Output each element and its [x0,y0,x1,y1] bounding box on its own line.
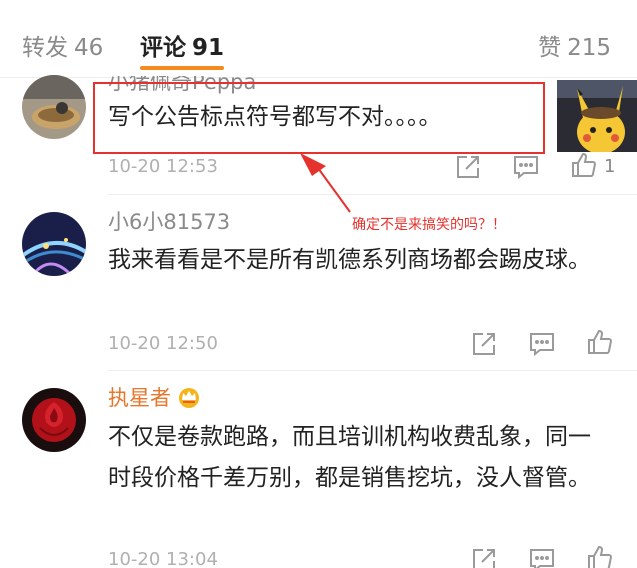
pikachu-image[interactable] [557,80,637,152]
tab-likes-count: 215 [567,35,611,61]
share-icon[interactable] [471,547,497,568]
active-tab-indicator [140,66,225,70]
divider [108,194,637,195]
comment-username[interactable]: 小6小81573 [108,206,230,236]
tab-reposts-label: 转发 [22,35,68,61]
comment-icon[interactable] [529,331,555,357]
avatar[interactable] [22,75,86,139]
like-icon[interactable] [571,152,597,178]
like-icon[interactable] [587,545,613,568]
share-icon[interactable] [471,331,497,357]
comment-time: 10-20 12:50 [108,333,218,354]
comment-time: 10-20 12:53 [108,156,218,177]
like-count: 1 [604,156,616,177]
tab-comments-count: 91 [192,35,225,61]
tab-reposts[interactable]: 转发 46 [22,28,103,62]
comment-text: 我来看看是不是所有凯德系列商场都会踢皮球。 [108,247,591,273]
comment-text: 不仅是卷款跑路，而且培训机构收费乱象，同一时段价格千差万别，都是销售挖坑，没人督… [108,424,591,491]
comment-tabs: 转发 46 评论 91 赞 215 [0,0,637,78]
comment-icon[interactable] [529,547,555,568]
vip-crown-icon [177,386,201,408]
tab-reposts-count: 46 [74,35,104,61]
comment-time: 10-20 13:04 [108,549,218,568]
tab-likes-label: 赞 [538,35,562,61]
avatar[interactable] [22,212,86,276]
tab-likes[interactable]: 赞 215 [538,28,611,62]
divider [108,370,637,371]
comment-icon[interactable] [513,154,539,180]
like-icon[interactable] [587,329,613,355]
avatar[interactable] [22,388,86,452]
comment-username-text: 执星者 [108,386,171,410]
tab-comments[interactable]: 评论 91 [140,28,225,70]
share-icon[interactable] [455,154,481,180]
annotation-highlight-box [93,82,545,154]
comment-username[interactable]: 执星者 [108,382,201,412]
tab-comments-label: 评论 [140,35,186,61]
annotation-text: 确定不是来搞笑的吗？！ [352,217,506,233]
